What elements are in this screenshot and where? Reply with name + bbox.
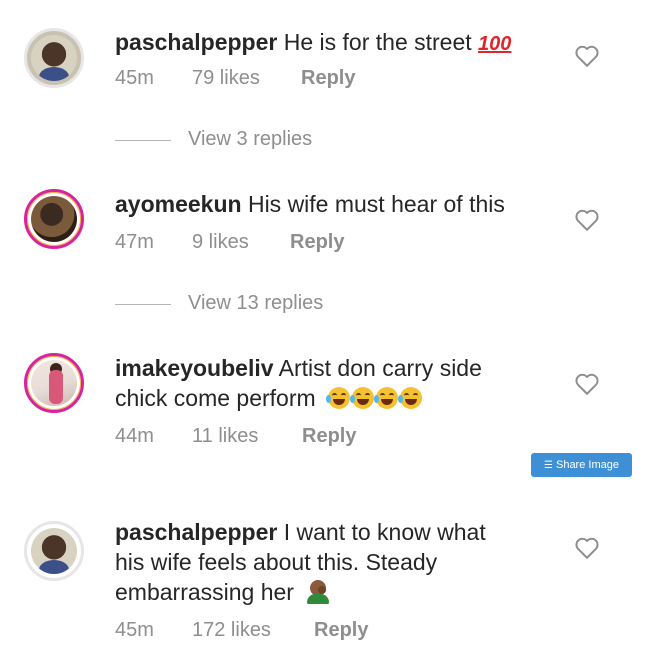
avatar-figure-body	[49, 370, 63, 404]
likes-count[interactable]: 11 likes	[192, 425, 258, 448]
heart-outline-icon[interactable]	[574, 372, 600, 396]
timestamp: 45m	[115, 619, 154, 641]
comment-text-line: embarrassing her	[115, 577, 330, 607]
avatar[interactable]	[24, 189, 84, 249]
reply-button[interactable]: Reply	[301, 67, 355, 90]
likes-count[interactable]: 172 likes	[192, 619, 271, 642]
comment-body: chick come perform	[115, 385, 316, 411]
view-replies-button[interactable]: View 3 replies	[115, 128, 375, 152]
share-image-button[interactable]: ☰ Share Image	[531, 453, 632, 477]
likes-count[interactable]: 79 likes	[192, 67, 260, 90]
username[interactable]: paschalpepper	[115, 29, 277, 55]
reply-button[interactable]: Reply	[290, 231, 344, 254]
comment-text: imakeyoubeliv Artist don carry side	[115, 353, 482, 383]
replies-divider	[115, 140, 171, 141]
comment-meta: 47m 9 likes Reply	[115, 231, 415, 255]
share-icon: ☰	[544, 460, 553, 471]
comment-text-line: chick come perform	[115, 383, 424, 413]
avatar-shirt	[39, 67, 69, 81]
comment-text: paschalpepper He is for the street 100	[115, 27, 511, 59]
avatar-photo	[31, 196, 77, 242]
view-replies-label: View 13 replies	[188, 292, 324, 314]
comment-meta: 45m 172 likes Reply	[115, 619, 435, 643]
avatar-shirt	[39, 560, 69, 574]
avatar-photo	[31, 528, 77, 574]
likes-count[interactable]: 9 likes	[192, 231, 249, 254]
comment-meta: 45m 79 likes Reply	[115, 67, 415, 91]
avatar[interactable]	[24, 353, 84, 413]
timestamp: 44m	[115, 425, 154, 447]
comment-body: His wife must hear of this	[247, 191, 505, 217]
facepalm-emoji	[306, 580, 330, 604]
avatar[interactable]	[24, 28, 84, 88]
hundred-points-emoji: 100	[478, 33, 512, 55]
reply-button[interactable]: Reply	[314, 619, 368, 642]
reply-button[interactable]: Reply	[302, 425, 356, 448]
heart-outline-icon[interactable]	[574, 536, 600, 560]
replies-divider	[115, 304, 171, 305]
comment-text-line: his wife feels about this. Steady	[115, 547, 437, 577]
avatar[interactable]	[24, 521, 84, 581]
username[interactable]: imakeyoubeliv	[115, 355, 274, 381]
avatar-photo	[31, 35, 77, 81]
username[interactable]: paschalpepper	[115, 519, 277, 545]
view-replies-label: View 3 replies	[188, 128, 313, 150]
view-replies-button[interactable]: View 13 replies	[115, 292, 375, 316]
comment-text: ayomeekun His wife must hear of this	[115, 189, 505, 219]
share-image-label: Share Image	[555, 459, 619, 471]
timestamp: 47m	[115, 231, 154, 253]
comment-body: Artist don carry side	[278, 355, 482, 381]
comment-body: his wife feels about this. Steady	[115, 549, 438, 575]
comment-meta: 44m 11 likes Reply	[115, 425, 415, 449]
avatar-photo	[31, 360, 77, 406]
comment-body: I want to know what	[283, 519, 486, 545]
laughing-tears-emoji	[326, 385, 424, 411]
comment-text: paschalpepper I want to know what	[115, 517, 486, 547]
comment-body: He is for the street	[283, 29, 472, 55]
username[interactable]: ayomeekun	[115, 191, 242, 217]
heart-outline-icon[interactable]	[574, 44, 600, 68]
comment-body: embarrassing her	[115, 579, 294, 605]
heart-outline-icon[interactable]	[574, 208, 600, 232]
timestamp: 45m	[115, 67, 154, 89]
